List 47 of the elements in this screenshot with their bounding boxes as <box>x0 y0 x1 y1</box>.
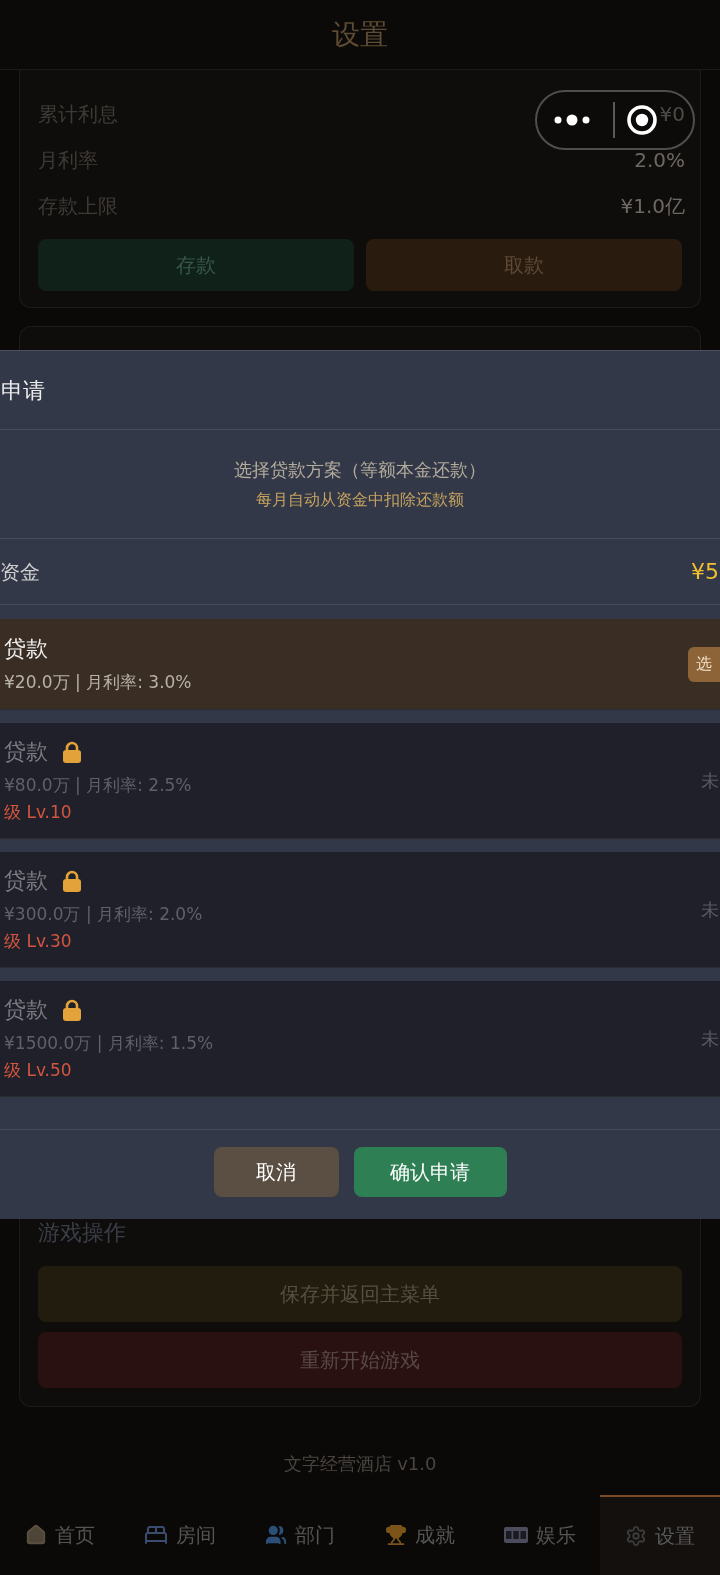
select-button[interactable]: 选 <box>688 646 720 682</box>
plan-terms: ¥20.0万 | 月利率: 3.0% <box>4 672 192 692</box>
loan-plan-card[interactable]: 贷款 ¥80.0万 | 月利率: 2.5% 级 Lv.10 未 <box>0 723 720 839</box>
cancel-button[interactable]: 取消 <box>213 1147 339 1197</box>
people-icon <box>265 1524 287 1546</box>
bed-icon <box>144 1523 168 1547</box>
dialog-title: 申请 <box>1 376 45 405</box>
page-title: 设置 <box>332 16 388 53</box>
plan-name: 贷款 <box>4 868 48 894</box>
nav-tab[interactable]: 部门 <box>240 1495 360 1575</box>
version-text: 文字经营酒店 v1.0 <box>283 1452 437 1476</box>
target-icon <box>627 105 657 135</box>
plan-name: 贷款 <box>4 739 48 765</box>
plan-requirement: 级 Lv.30 <box>4 931 73 951</box>
trophy-icon <box>385 1524 407 1546</box>
plan-terms: ¥300.0万 | 月利率: 2.0% <box>4 904 203 924</box>
plan-status: 未 <box>701 1027 720 1051</box>
loan-plan-card[interactable]: 贷款 ¥300.0万 | 月利率: 2.0% 级 Lv.30 未 <box>0 852 720 968</box>
loan-plan-card[interactable]: 贷款 ¥1500.0万 | 月利率: 1.5% 级 Lv.50 未 <box>0 981 720 1097</box>
loan-plan-card[interactable]: 贷款 ¥20.0万 | 月利率: 3.0% 选 <box>0 619 720 710</box>
house-icon <box>25 1524 47 1546</box>
plan-requirement: 级 Lv.50 <box>4 1060 73 1080</box>
nav-tab[interactable]: 房间 <box>120 1495 240 1575</box>
plan-terms: ¥1500.0万 | 月利率: 1.5% <box>4 1033 214 1053</box>
more-icon <box>554 114 590 126</box>
confirm-button[interactable]: 确认申请 <box>353 1147 507 1197</box>
row-value: ¥0 <box>659 101 685 128</box>
plan-name: 贷款 <box>4 636 48 662</box>
funds-value: ¥5 <box>691 558 719 586</box>
nav-tab[interactable]: 设置 <box>600 1495 720 1575</box>
row-value: ¥1.0亿 <box>620 193 685 220</box>
plan-status: 未 <box>701 769 720 793</box>
dialog-intro: 选择贷款方案（等额本金还款） <box>234 458 486 482</box>
plan-requirement: 级 Lv.10 <box>4 802 73 822</box>
nav-tab[interactable]: 首页 <box>0 1495 120 1575</box>
plan-status: 未 <box>701 898 720 922</box>
plan-terms: ¥80.0万 | 月利率: 2.5% <box>4 775 192 795</box>
nav-tab[interactable]: 成就 <box>360 1495 480 1575</box>
dialog-note: 每月自动从资金中扣除还款额 <box>256 490 464 510</box>
funds-label: 资金 <box>0 558 40 586</box>
gear-icon <box>625 1525 647 1547</box>
row-value: 2.0% <box>634 147 685 174</box>
slot-machine-icon <box>504 1527 528 1543</box>
section-title: 游戏操作 <box>38 1219 126 1247</box>
close-button[interactable] <box>625 103 659 137</box>
nav-tab[interactable]: 娱乐 <box>480 1495 600 1575</box>
plan-name: 贷款 <box>4 997 48 1023</box>
